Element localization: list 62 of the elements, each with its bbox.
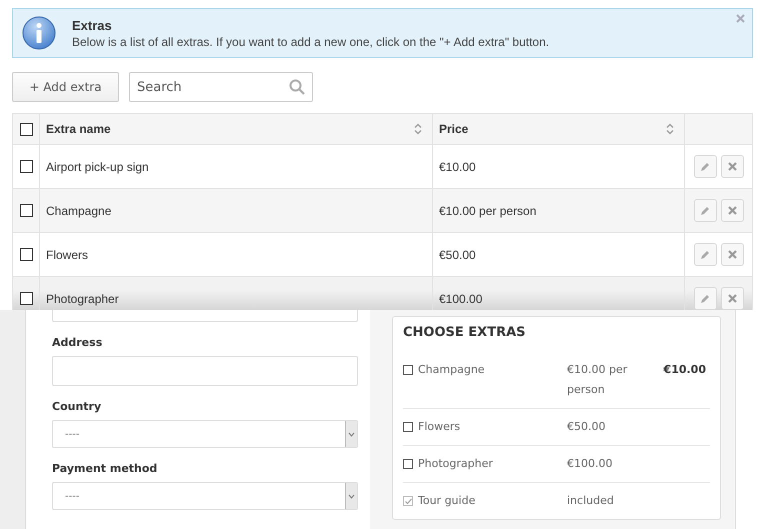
field-label: Payment method <box>52 462 158 475</box>
row-checkbox[interactable] <box>20 160 32 173</box>
search-icon <box>289 79 305 95</box>
extra-price: €50.00 <box>567 420 606 433</box>
pencil-icon <box>700 250 710 260</box>
pencil-icon <box>700 162 710 172</box>
extra-name: Airport pick-up sign <box>46 160 149 174</box>
edit-button[interactable] <box>694 155 716 178</box>
row-checkbox[interactable] <box>20 204 32 217</box>
extra-name: Tour guide <box>418 493 476 509</box>
delete-button[interactable] <box>720 243 744 266</box>
extra-price: €100.00 <box>567 457 612 470</box>
extra-name: Champagne <box>418 362 485 378</box>
extra-name: Photographer <box>46 292 119 306</box>
delete-button[interactable] <box>720 155 744 178</box>
close-icon <box>728 294 736 303</box>
pencil-icon <box>700 206 710 216</box>
close-icon <box>728 250 736 259</box>
sort-icon[interactable] <box>414 123 422 135</box>
sort-icon[interactable] <box>666 123 674 135</box>
field-label: Address <box>52 336 104 349</box>
row-checkbox[interactable] <box>20 292 32 305</box>
extra-name: Flowers <box>46 248 88 262</box>
alert-message: Below is a list of all extras. If you want to add a new one, click on the "+ Add extra" button. <box>72 34 550 48</box>
input-field[interactable] <box>52 356 358 386</box>
chevron-down-icon <box>348 494 355 498</box>
extra-checkbox[interactable] <box>403 365 413 375</box>
field-label: Country <box>52 400 102 413</box>
column-header[interactable]: Price <box>439 122 468 136</box>
delete-button[interactable] <box>720 287 744 310</box>
extra-price: €10.00 per person <box>567 363 628 396</box>
search-field[interactable]: Search <box>129 72 313 102</box>
extra-price: €100.00 <box>439 292 482 306</box>
extra-name: Photographer <box>418 456 493 472</box>
close-icon <box>728 206 736 215</box>
extra-price: included <box>567 494 614 507</box>
extra-name: Flowers <box>418 419 460 435</box>
add-extra-button[interactable]: + Add extra <box>12 72 119 102</box>
select-field[interactable]: ---- <box>52 420 358 448</box>
edit-button[interactable] <box>694 243 716 266</box>
row-checkbox[interactable] <box>20 248 32 261</box>
edit-button[interactable] <box>694 287 716 310</box>
column-header[interactable]: Extra name <box>46 122 111 136</box>
extra-total: €10.00 <box>664 363 706 376</box>
alert-title: Extras <box>72 18 113 32</box>
card-title: CHOOSE EXTRAS <box>403 325 526 340</box>
close-icon <box>728 162 736 171</box>
extra-name: Champagne <box>46 204 112 218</box>
chevron-down-icon <box>348 432 355 436</box>
extra-price: €10.00 <box>439 160 476 174</box>
extra-checkbox[interactable] <box>403 422 413 432</box>
extra-checkbox[interactable] <box>403 459 413 469</box>
delete-button[interactable] <box>720 199 744 222</box>
input-field[interactable] <box>52 310 358 322</box>
pencil-icon <box>700 294 710 304</box>
close-icon[interactable] <box>736 14 745 23</box>
info-icon <box>22 16 56 50</box>
extra-price: €50.00 <box>439 248 476 262</box>
select-field[interactable]: ---- <box>52 482 358 510</box>
extra-price: €10.00 per person <box>439 204 536 218</box>
edit-button[interactable] <box>694 199 716 222</box>
select-all-checkbox[interactable] <box>20 122 32 136</box>
